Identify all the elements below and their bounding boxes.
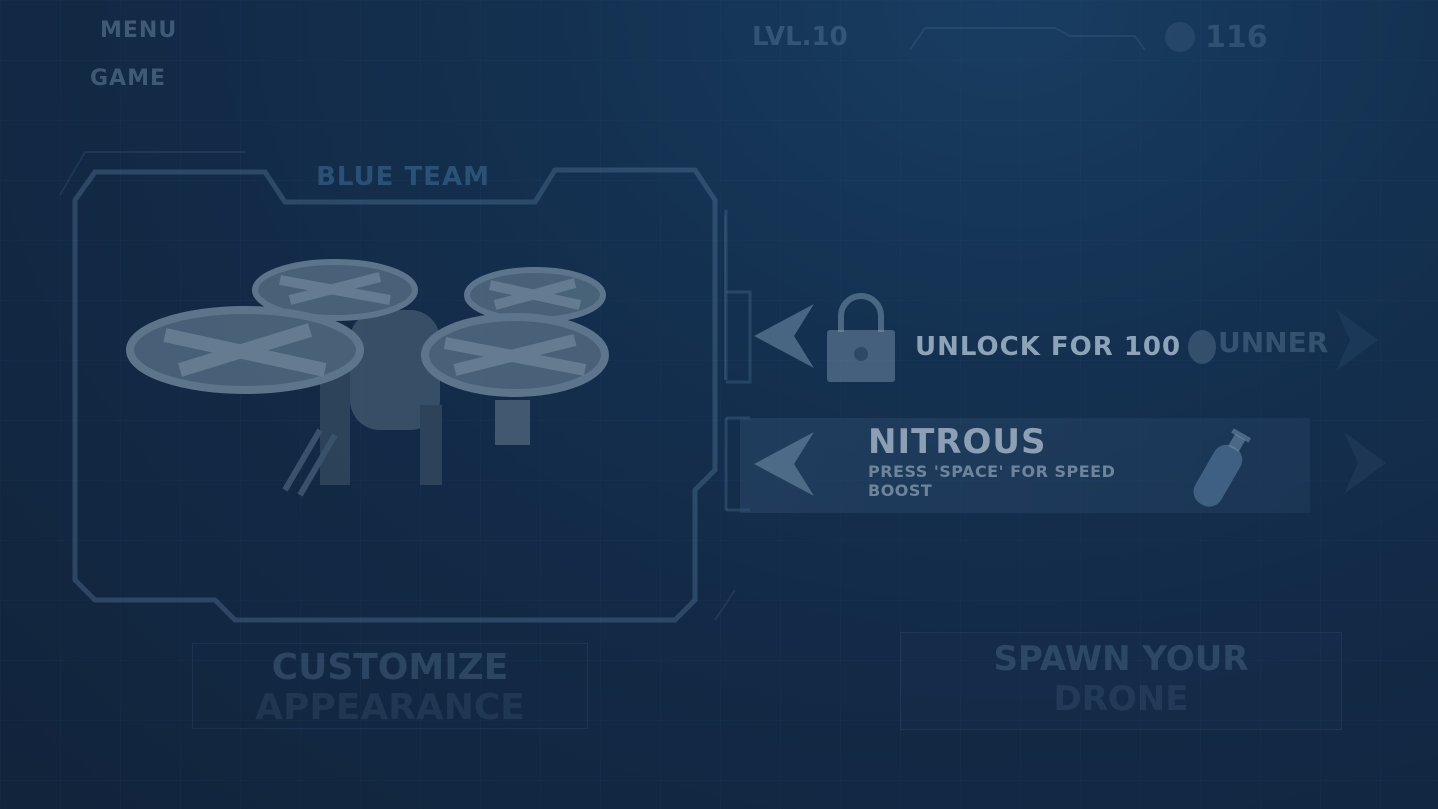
lock-icon: [827, 293, 895, 382]
previous-ability-arrow[interactable]: [752, 428, 818, 500]
customize-appearance-button[interactable]: CUSTOMIZE APPEARANCE: [192, 643, 588, 729]
drone-class-label: UNNER: [1218, 326, 1329, 359]
spawn-label-line1: SPAWN YOUR: [993, 639, 1249, 679]
next-drone-arrow[interactable]: [1332, 305, 1382, 375]
customize-label-line2: APPEARANCE: [255, 687, 525, 728]
main-menu-link[interactable]: MENU: [100, 18, 177, 43]
customize-label-line1: CUSTOMIZE: [271, 647, 509, 688]
coin-icon: [1165, 22, 1195, 52]
drone-model: [126, 259, 609, 497]
xp-bar: [909, 27, 1146, 51]
spawn-drone-button[interactable]: SPAWN YOUR DRONE: [900, 632, 1342, 730]
team-label: BLUE TEAM: [316, 162, 490, 192]
previous-drone-arrow[interactable]: [752, 300, 818, 372]
unlock-price-label[interactable]: UNLOCK FOR 100: [915, 332, 1181, 362]
next-ability-arrow[interactable]: [1340, 428, 1390, 498]
gunner-icon: [1188, 330, 1216, 364]
ability-description: PRESS 'SPACE' FOR SPEED BOOST: [868, 462, 1116, 500]
nitrous-bottle-icon: [1193, 428, 1252, 507]
exit-game-link[interactable]: GAME: [90, 66, 166, 91]
ability-title: NITROUS: [868, 422, 1047, 462]
coin-count: 116: [1205, 20, 1268, 55]
spawn-label-line2: DRONE: [1053, 679, 1189, 719]
player-level: LVL.10: [752, 22, 848, 52]
